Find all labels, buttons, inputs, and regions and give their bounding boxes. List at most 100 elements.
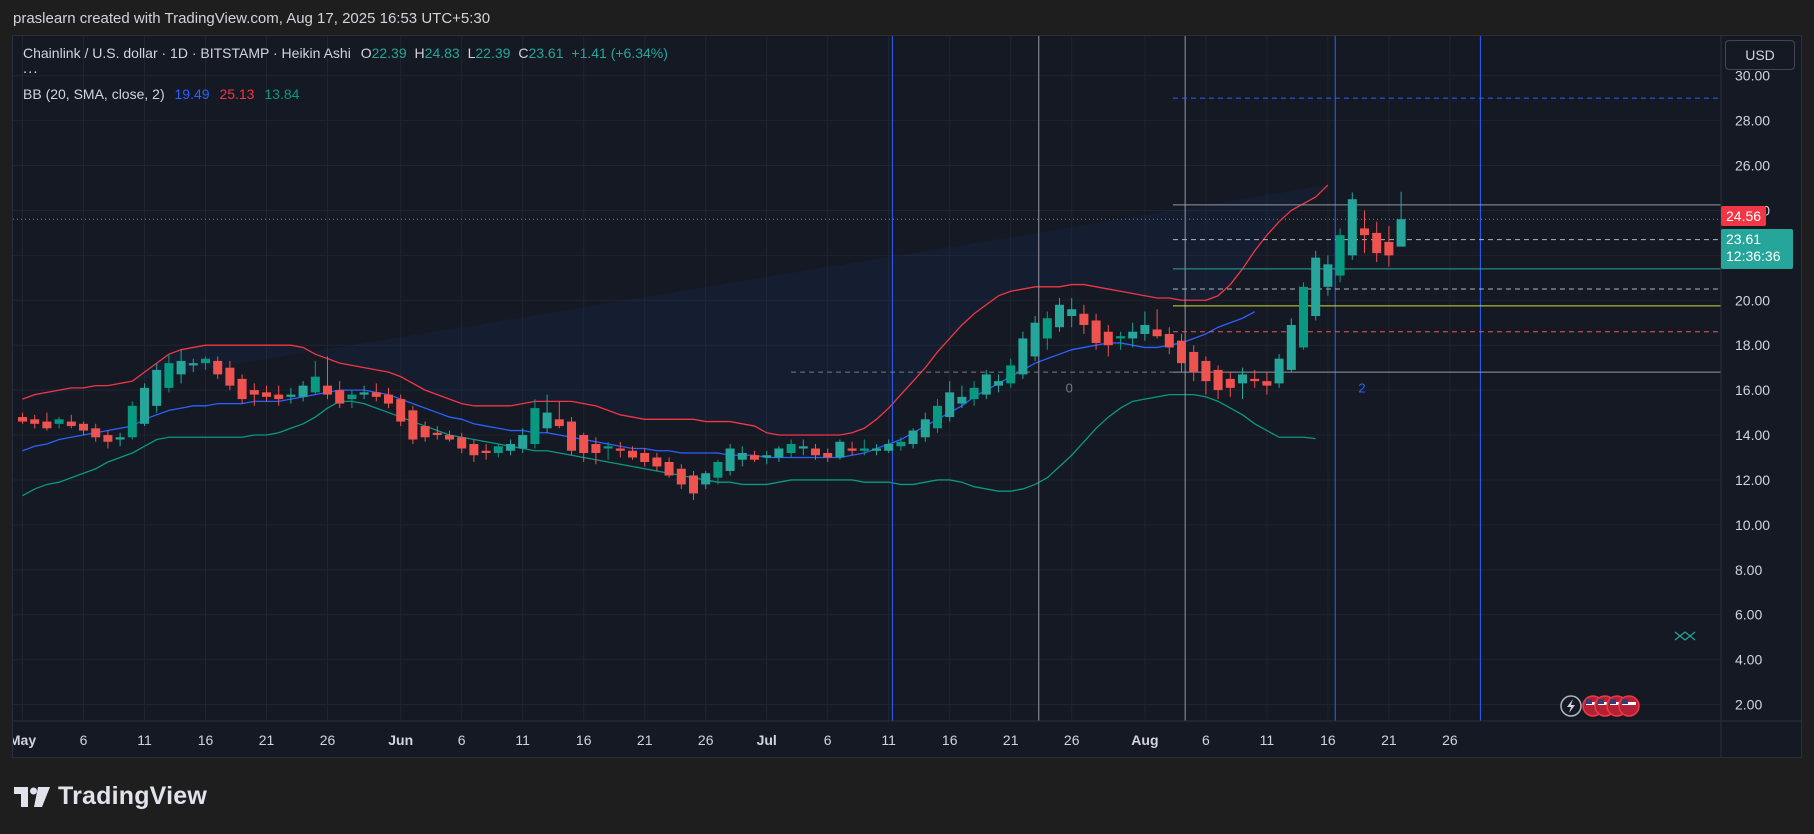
candle-body bbox=[1262, 381, 1272, 386]
crypto-event-icon bbox=[1674, 631, 1696, 641]
candle-body bbox=[164, 363, 174, 388]
candle-body bbox=[359, 392, 369, 395]
time-axis-tick: 6 bbox=[458, 732, 466, 748]
tradingview-logo[interactable]: TradingView bbox=[14, 782, 207, 811]
chart-panel[interactable]: 0230.0028.0026.0024.0022.0020.0018.0016.… bbox=[12, 35, 1802, 758]
candle-body bbox=[152, 369, 162, 406]
candle-body bbox=[554, 419, 564, 427]
close-label: C bbox=[518, 45, 529, 61]
candle-body bbox=[603, 446, 613, 449]
candle-body bbox=[91, 428, 101, 438]
price-axis-tick: 30.00 bbox=[1735, 68, 1770, 84]
candle-body bbox=[188, 363, 198, 366]
bb-legend[interactable]: BB (20, SMA, close, 2) 19.49 25.13 13.84 bbox=[23, 86, 299, 102]
symbol-name: Chainlink / U.S. dollar · 1D · BITSTAMP … bbox=[23, 45, 351, 61]
candle-body bbox=[859, 448, 869, 451]
low-value: 22.39 bbox=[475, 45, 511, 61]
price-axis-tick: 6.00 bbox=[1735, 607, 1762, 623]
candle-body bbox=[115, 437, 125, 440]
price-axis-tick: 12.00 bbox=[1735, 472, 1770, 488]
bb-band-fill bbox=[22, 185, 1328, 436]
time-axis-tick: 26 bbox=[1442, 732, 1458, 748]
price-axis-tick: 20.00 bbox=[1735, 292, 1770, 308]
candle-body bbox=[676, 468, 686, 485]
candle-body bbox=[493, 446, 503, 453]
candle-body bbox=[1177, 340, 1186, 364]
candle-body bbox=[1238, 374, 1247, 384]
candle-body bbox=[1042, 318, 1052, 339]
candle-body bbox=[335, 390, 345, 404]
candle-body bbox=[518, 435, 528, 449]
us-flag-canton bbox=[1598, 699, 1604, 704]
candle-body bbox=[1384, 241, 1394, 256]
candle-body bbox=[774, 448, 784, 458]
bb-basis-value: 19.49 bbox=[174, 86, 210, 102]
open-label: O bbox=[360, 45, 372, 61]
candle-body bbox=[823, 453, 833, 458]
candle-body bbox=[1006, 365, 1016, 384]
more-indicators-button[interactable]: ... bbox=[23, 60, 39, 77]
candle-body bbox=[225, 367, 235, 386]
candle-body bbox=[542, 412, 552, 429]
tradingview-logo-text: TradingView bbox=[58, 782, 208, 810]
time-axis-tick: Jun bbox=[388, 732, 413, 748]
candle-body bbox=[30, 419, 40, 424]
bb-lower-value: 13.84 bbox=[264, 86, 300, 102]
candle-body bbox=[884, 444, 894, 451]
price-axis-tick: 16.00 bbox=[1735, 382, 1770, 398]
candle-body bbox=[920, 419, 930, 438]
period-annotation: 2 bbox=[1358, 380, 1365, 395]
chart-caption: praslearn created with TradingView.com, … bbox=[13, 10, 491, 27]
candle-body bbox=[737, 453, 747, 460]
candlestick-chart[interactable]: 0230.0028.0026.0024.0022.0020.0018.0016.… bbox=[13, 36, 1802, 758]
candle-body bbox=[530, 408, 540, 445]
time-axis-tick: 6 bbox=[80, 732, 88, 748]
candle-body bbox=[1286, 324, 1296, 370]
candle-body bbox=[908, 430, 918, 445]
time-axis-tick: 26 bbox=[698, 732, 714, 748]
time-axis-tick: 21 bbox=[1381, 732, 1397, 748]
candle-body bbox=[652, 457, 662, 467]
candle-body bbox=[628, 450, 637, 458]
us-flag-canton bbox=[1586, 699, 1592, 704]
candle-body bbox=[1091, 320, 1101, 343]
us-flag-canton bbox=[1610, 699, 1616, 704]
candle-body bbox=[262, 392, 271, 397]
candle-body bbox=[1274, 358, 1284, 384]
time-axis-tick: 16 bbox=[198, 732, 214, 748]
event-icons bbox=[1560, 695, 1640, 717]
currency-selector-button[interactable]: USD bbox=[1725, 40, 1795, 70]
time-axis-tick: 21 bbox=[637, 732, 653, 748]
candle-body bbox=[1335, 235, 1345, 276]
candle-body bbox=[1396, 219, 1406, 247]
candle-body bbox=[835, 441, 845, 458]
candle-body bbox=[140, 387, 149, 424]
candle-body bbox=[689, 475, 698, 494]
price-axis-tick: 10.00 bbox=[1735, 517, 1770, 533]
open-value: 22.39 bbox=[371, 45, 407, 61]
candle-body bbox=[969, 387, 979, 400]
candle-body bbox=[1323, 264, 1333, 287]
candle-body bbox=[396, 399, 406, 422]
candle-body bbox=[1299, 286, 1308, 348]
time-axis-tick: 21 bbox=[1003, 732, 1019, 748]
candle-body bbox=[420, 426, 430, 438]
candle-body bbox=[798, 446, 808, 449]
time-axis-tick: 6 bbox=[1202, 732, 1210, 748]
candle-body bbox=[872, 448, 881, 451]
time-axis-tick: 21 bbox=[259, 732, 275, 748]
candle-body bbox=[1311, 257, 1321, 316]
candle-body bbox=[310, 376, 320, 393]
candle-body bbox=[750, 455, 759, 460]
candle-body bbox=[1347, 199, 1357, 256]
candle-body bbox=[1250, 378, 1260, 382]
candle-body bbox=[42, 421, 52, 429]
candle-body bbox=[66, 421, 76, 427]
candle-body bbox=[933, 405, 942, 429]
candle-body bbox=[213, 360, 223, 375]
candle-body bbox=[1360, 228, 1369, 236]
candle-body bbox=[323, 385, 332, 395]
candle-body bbox=[591, 444, 601, 453]
candle-body bbox=[1152, 329, 1162, 337]
candle-body bbox=[1164, 333, 1174, 348]
